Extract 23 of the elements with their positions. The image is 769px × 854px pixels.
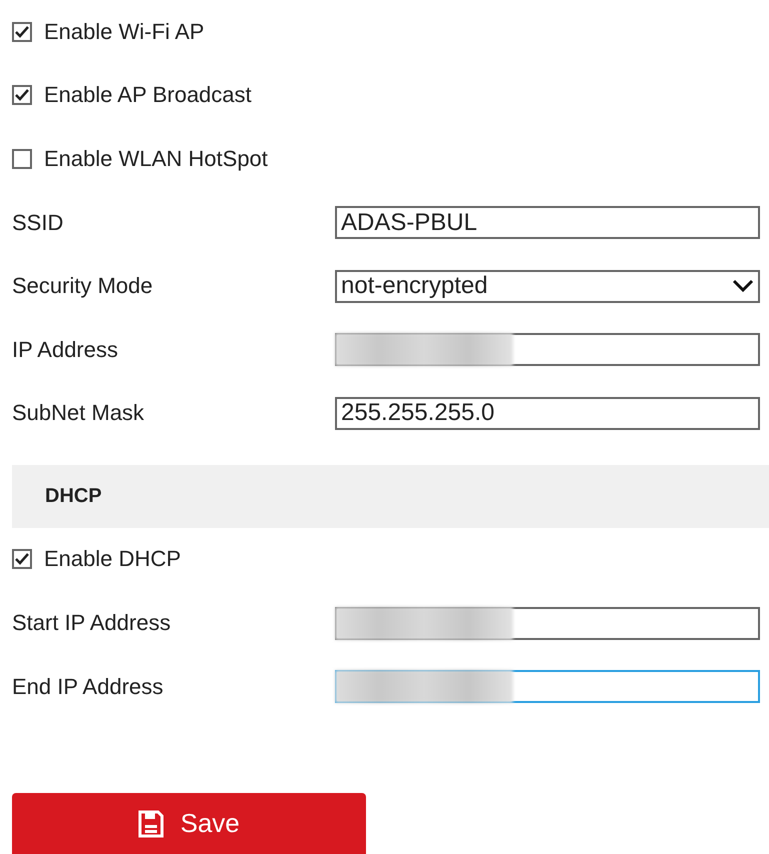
- checkbox[interactable]: [12, 148, 32, 169]
- checkbox-label: Enable AP Broadcast: [44, 82, 252, 108]
- input-field[interactable]: 255.255.255.0: [335, 396, 760, 430]
- field-label: Security Mode: [12, 273, 154, 300]
- checkbox-label: Enable DHCP: [44, 546, 181, 572]
- field-label: Start IP Address: [12, 610, 172, 636]
- input-field[interactable]: ADAS-PBUL: [335, 206, 760, 240]
- checkbox[interactable]: [12, 85, 32, 106]
- field-label: SubNet Mask: [12, 400, 146, 426]
- section-title: DHCP: [45, 484, 102, 508]
- save-button[interactable]: Save: [12, 793, 366, 854]
- checkbox[interactable]: [12, 549, 32, 570]
- input-field[interactable]: [335, 333, 760, 366]
- checkbox[interactable]: [12, 22, 32, 42]
- field-label: IP Address: [12, 336, 119, 363]
- checkbox-label: Enable WLAN HotSpot: [44, 146, 268, 172]
- checkbox-label: Enable Wi-Fi AP: [44, 18, 204, 45]
- input-field[interactable]: [335, 670, 760, 704]
- field-label: End IP Address: [12, 674, 164, 700]
- input-field[interactable]: [335, 606, 760, 640]
- field-label: SSID: [12, 210, 64, 236]
- select-dropdown[interactable]: not-encrypted: [335, 270, 760, 303]
- chevron-down-icon: [732, 279, 754, 294]
